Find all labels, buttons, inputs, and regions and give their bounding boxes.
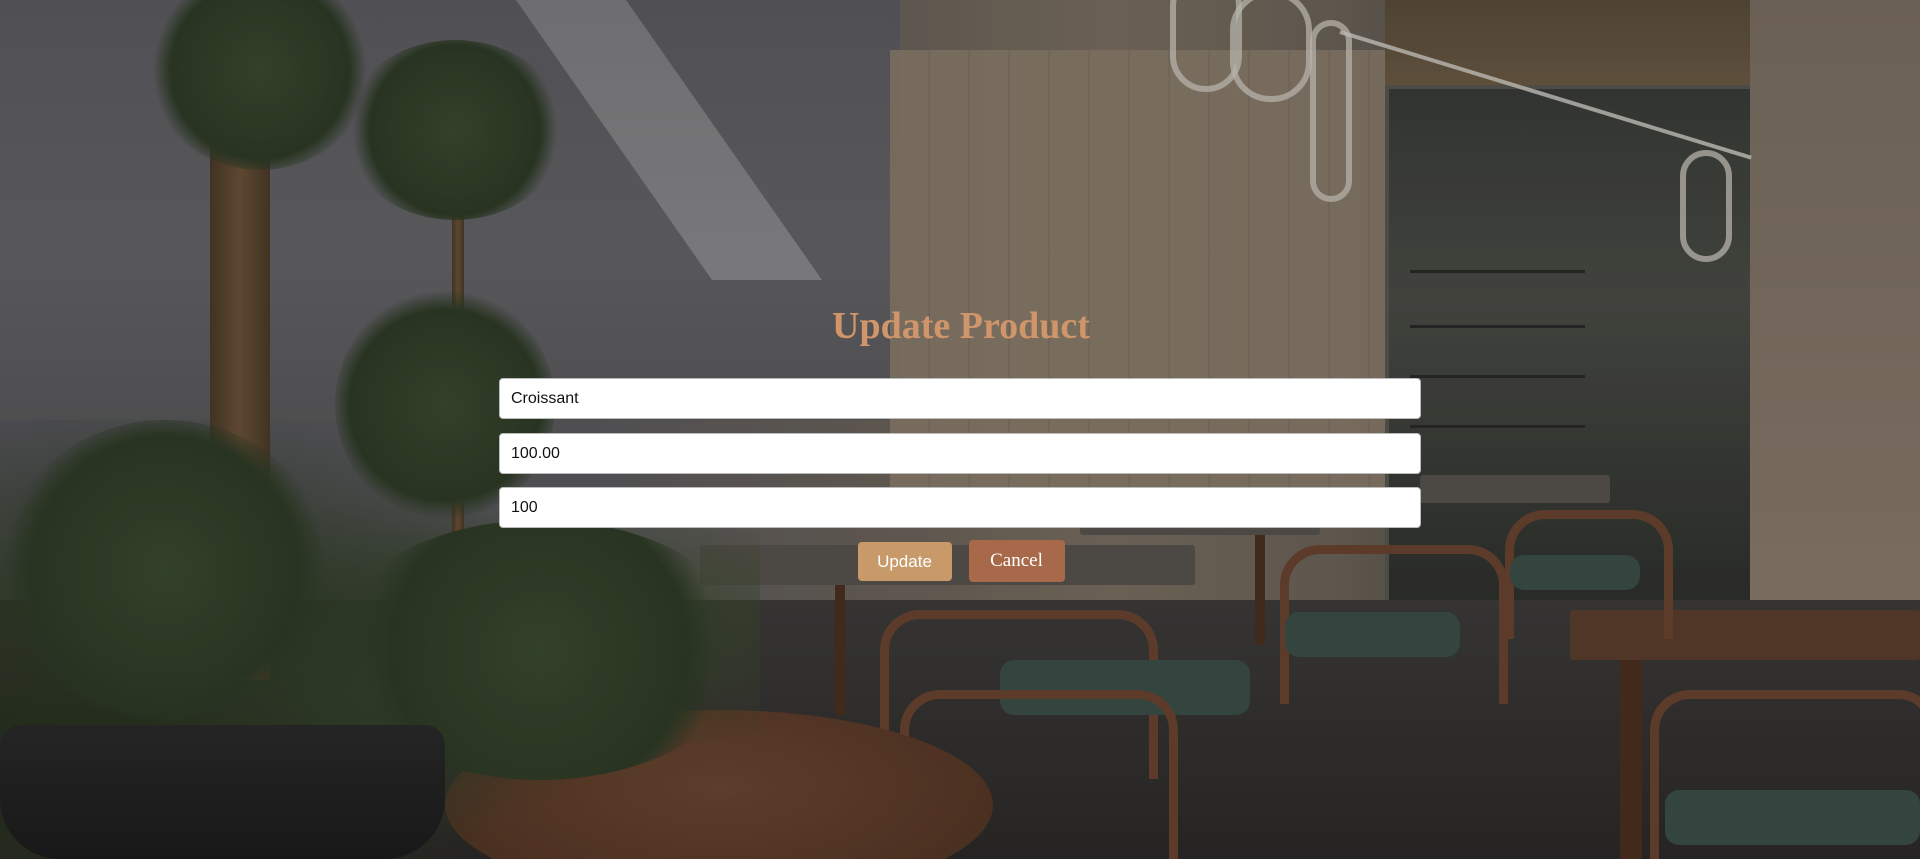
form-actions: Update Cancel [500,540,1422,582]
product-name-input[interactable] [499,378,1421,419]
page-title: Update Product [832,305,1090,347]
cancel-button[interactable]: Cancel [968,540,1065,582]
update-button[interactable]: Update [857,542,952,581]
product-quantity-input[interactable] [499,487,1421,528]
update-product-form: Update Product Update Cancel [499,300,1421,582]
product-price-input[interactable] [499,433,1421,474]
